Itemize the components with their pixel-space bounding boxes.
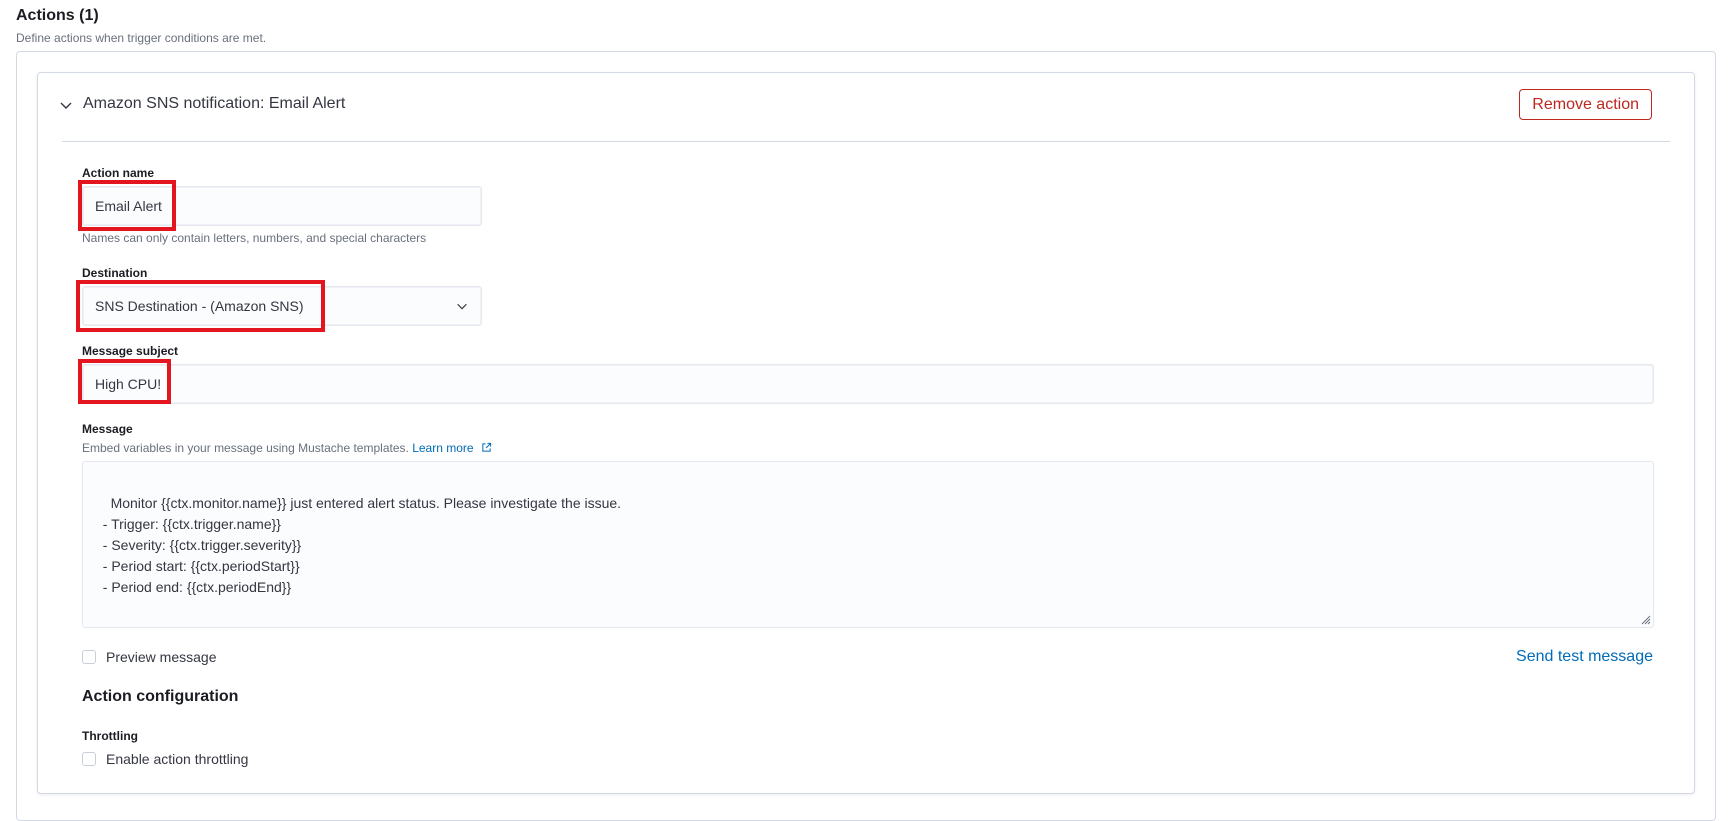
action-card: Amazon SNS notification: Email Alert Rem…: [37, 72, 1695, 794]
send-test-message-link[interactable]: Send test message: [1516, 648, 1653, 666]
action-name-help: Names can only contain letters, numbers,…: [82, 231, 427, 245]
message-label: Message: [82, 422, 133, 436]
preview-message-row[interactable]: Preview message: [82, 649, 217, 665]
resize-handle-icon[interactable]: [1639, 613, 1651, 625]
actions-section-title: Actions (1): [16, 7, 99, 24]
message-help: Embed variables in your message using Mu…: [82, 441, 492, 455]
enable-throttling-checkbox[interactable]: [82, 752, 96, 766]
destination-select-value: SNS Destination - (Amazon SNS): [95, 298, 304, 314]
preview-message-label[interactable]: Preview message: [106, 649, 217, 665]
message-textarea[interactable]: Monitor {{ctx.monitor.name}} just entere…: [82, 461, 1654, 628]
chevron-down-icon: [457, 303, 467, 310]
learn-more-label[interactable]: Learn more: [412, 441, 473, 455]
chevron-down-icon[interactable]: [58, 97, 74, 113]
remove-action-button[interactable]: Remove action: [1519, 89, 1652, 120]
external-link-icon: [482, 442, 492, 452]
message-subject-input[interactable]: High CPU!: [82, 364, 1654, 404]
learn-more-link[interactable]: Learn more: [412, 441, 492, 455]
action-card-header[interactable]: Amazon SNS notification: Email Alert Rem…: [58, 73, 1668, 141]
action-name-label: Action name: [82, 166, 155, 180]
enable-throttling-label[interactable]: Enable action throttling: [106, 751, 248, 767]
actions-section-description: Define actions when trigger conditions a…: [16, 31, 267, 45]
action-name-input[interactable]: Email Alert: [82, 186, 482, 226]
destination-select[interactable]: SNS Destination - (Amazon SNS): [82, 286, 482, 326]
message-help-text: Embed variables in your message using Mu…: [82, 441, 409, 455]
preview-message-checkbox[interactable]: [82, 650, 96, 664]
throttling-label: Throttling: [82, 729, 138, 743]
message-textarea-content: Monitor {{ctx.monitor.name}} just entere…: [102, 495, 622, 595]
card-divider: [62, 141, 1670, 142]
destination-label: Destination: [82, 266, 148, 280]
enable-throttling-row[interactable]: Enable action throttling: [82, 751, 248, 767]
action-card-title[interactable]: Amazon SNS notification: Email Alert: [83, 95, 345, 113]
action-configuration-title: Action configuration: [82, 688, 239, 705]
message-subject-label: Message subject: [82, 344, 179, 358]
